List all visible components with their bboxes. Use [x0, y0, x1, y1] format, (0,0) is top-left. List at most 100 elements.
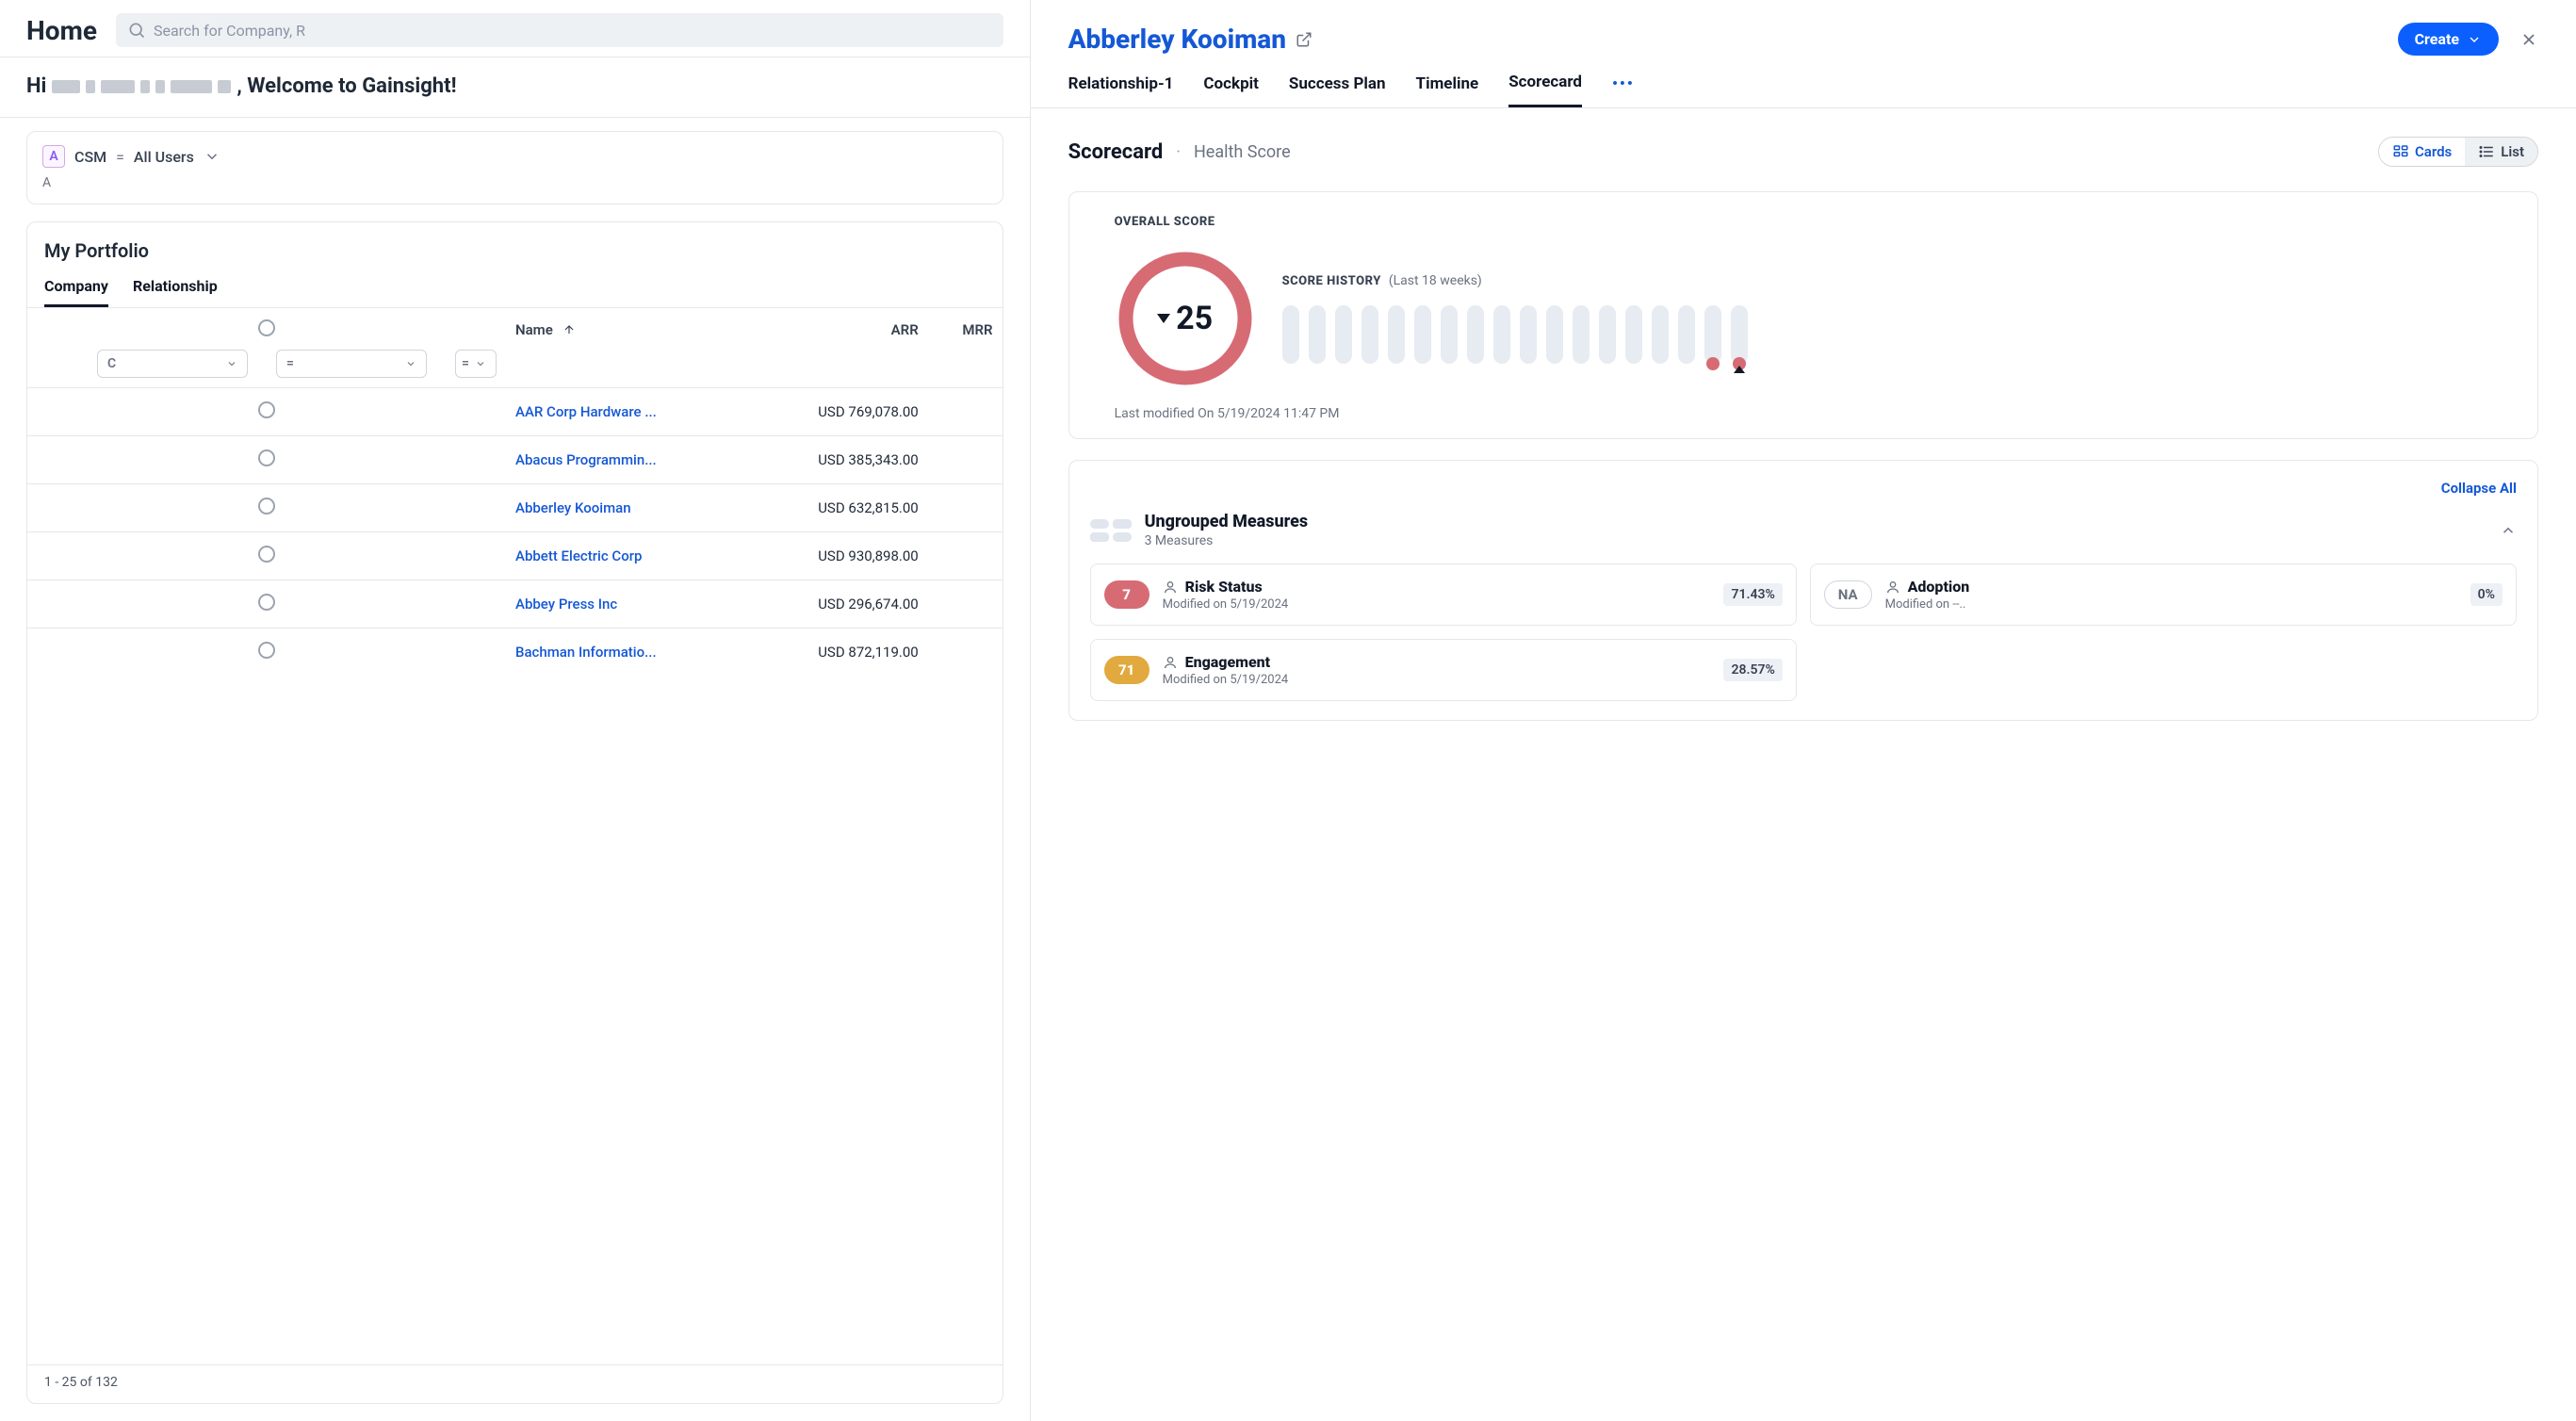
history-bar	[1625, 305, 1642, 364]
history-bar	[1361, 305, 1378, 364]
row-radio[interactable]	[258, 594, 275, 611]
filter-arr-value: =	[286, 356, 294, 371]
measure-name: Risk Status	[1185, 578, 1263, 596]
chevron-up-icon[interactable]	[2500, 522, 2517, 539]
create-button[interactable]: Create	[2398, 23, 2499, 56]
history-bar	[1467, 305, 1484, 364]
table-row[interactable]: AAR Corp Hardware ...USD 769,078.00	[27, 388, 1003, 436]
history-bar	[1731, 305, 1748, 364]
chevron-down-icon	[475, 358, 486, 369]
page-title: Home	[26, 15, 97, 46]
measure-weight: 0%	[2470, 583, 2503, 606]
last-modified-text: Last modified On 5/19/2024 11:47 PM	[1115, 406, 2492, 421]
table-row[interactable]: Abbett Electric CorpUSD 930,898.00	[27, 532, 1003, 580]
measure-card[interactable]: 7Risk StatusModified on 5/19/202471.43%	[1090, 564, 1797, 626]
measure-card[interactable]: NAAdoptionModified on --..0%	[1810, 564, 2517, 626]
table-row[interactable]: Abberley KooimanUSD 632,815.00	[27, 484, 1003, 532]
sort-asc-icon	[562, 323, 576, 336]
row-radio[interactable]	[258, 449, 275, 466]
breadcrumb-secondary[interactable]: Health Score	[1194, 142, 1291, 162]
measure-weight: 28.57%	[1723, 659, 1782, 681]
filter-mrr-input[interactable]: =	[455, 350, 497, 378]
collapse-all-button[interactable]: Collapse All	[1090, 480, 2517, 497]
history-bar	[1652, 305, 1669, 364]
search-placeholder: Search for Company, R	[154, 22, 305, 40]
breadcrumb: Scorecard · Health Score	[1068, 140, 1291, 164]
measure-name: Engagement	[1185, 653, 1271, 671]
close-icon[interactable]	[2519, 30, 2538, 49]
history-bar	[1335, 305, 1352, 364]
open-external-icon[interactable]	[1296, 31, 1312, 48]
right-pane: Abberley Kooiman Create Relationship-1 Co…	[1031, 0, 2576, 1421]
history-bar	[1414, 305, 1431, 364]
panel-tabs: Relationship-1 Cockpit Success Plan Timelin…	[1031, 69, 2576, 108]
welcome-text: Hi , Welcome to Gainsight!	[0, 57, 1030, 117]
company-name-link[interactable]: Abberley Kooiman	[506, 484, 748, 532]
overall-score-gauge: 25	[1115, 248, 1256, 389]
filter-subline: A	[42, 175, 987, 190]
arr-value: USD 930,898.00	[748, 532, 928, 580]
col-name[interactable]: Name	[515, 321, 576, 338]
company-name-link[interactable]: AAR Corp Hardware ...	[506, 388, 748, 436]
history-bar	[1678, 305, 1695, 364]
breadcrumb-primary: Scorecard	[1068, 140, 1164, 164]
table-row[interactable]: Abbey Press IncUSD 296,674.00	[27, 580, 1003, 629]
tab-company[interactable]: Company	[44, 277, 108, 307]
search-icon	[127, 21, 146, 40]
row-radio[interactable]	[258, 401, 275, 418]
global-search[interactable]: Search for Company, R	[116, 13, 1003, 47]
row-radio[interactable]	[258, 498, 275, 514]
tab-success-plan[interactable]: Success Plan	[1289, 74, 1386, 106]
view-toggle: Cards List	[2378, 137, 2538, 167]
row-radio[interactable]	[258, 546, 275, 563]
chevron-down-icon[interactable]	[204, 148, 220, 165]
person-icon	[1163, 580, 1178, 595]
tab-relationship-1[interactable]: Relationship-1	[1068, 74, 1174, 106]
group-subtitle: 3 Measures	[1145, 533, 1309, 548]
create-label: Create	[2415, 30, 2459, 48]
portfolio-card: My Portfolio Company Relationship Name	[26, 221, 1003, 1404]
measure-weight: 71.43%	[1723, 583, 1782, 606]
panel-title[interactable]: Abberley Kooiman	[1068, 24, 1286, 55]
company-name-link[interactable]: Abbey Press Inc	[506, 580, 748, 629]
select-all-radio[interactable]	[258, 319, 275, 336]
history-bar	[1282, 305, 1299, 364]
person-icon	[1885, 580, 1900, 595]
company-name-link[interactable]: Abbett Electric Corp	[506, 532, 748, 580]
measure-score-badge: 7	[1104, 580, 1149, 609]
group-icon	[1090, 519, 1132, 542]
col-arr[interactable]: ARR	[748, 308, 928, 346]
tab-relationship[interactable]: Relationship	[133, 277, 218, 307]
filter-value[interactable]: All Users	[134, 148, 194, 166]
filter-tag[interactable]: A	[42, 145, 65, 168]
tab-cockpit[interactable]: Cockpit	[1203, 74, 1258, 106]
company-name-link[interactable]: Bachman Informatio...	[506, 629, 748, 677]
company-name-link[interactable]: Abacus Programmin...	[506, 436, 748, 484]
overall-score-card: OVERALL SCORE 25 SCORE HISTORY	[1068, 191, 2538, 439]
filter-name-input[interactable]: C	[97, 350, 248, 378]
table-row[interactable]: Abacus Programmin...USD 385,343.00	[27, 436, 1003, 484]
history-bar	[1493, 305, 1510, 364]
view-list-button[interactable]: List	[2465, 138, 2537, 166]
tab-timeline[interactable]: Timeline	[1416, 74, 1479, 106]
filter-role[interactable]: CSM	[74, 148, 106, 166]
table-row[interactable]: Bachman Informatio...USD 872,119.00	[27, 629, 1003, 677]
history-dot	[1706, 357, 1720, 370]
measure-card[interactable]: 71EngagementModified on 5/19/202428.57%	[1090, 639, 1797, 701]
tab-more-icon[interactable]: •••	[1612, 74, 1635, 106]
arr-value: USD 872,119.00	[748, 629, 928, 677]
view-cards-button[interactable]: Cards	[2379, 138, 2465, 166]
row-radio[interactable]	[258, 642, 275, 659]
chevron-down-icon	[2467, 32, 2482, 47]
filter-arr-input[interactable]: =	[276, 350, 427, 378]
history-bar	[1573, 305, 1590, 364]
equals-icon: =	[116, 148, 124, 166]
measures-card: Collapse All Ungrouped Measures 3 Measur…	[1068, 460, 2538, 721]
current-marker-icon	[1734, 366, 1745, 373]
col-mrr[interactable]: MRR	[928, 308, 1003, 346]
measure-score-badge: 71	[1104, 656, 1149, 684]
chevron-down-icon	[405, 358, 416, 369]
group-title: Ungrouped Measures	[1145, 512, 1309, 531]
measure-score-badge: NA	[1824, 580, 1872, 609]
tab-scorecard[interactable]: Scorecard	[1508, 73, 1582, 107]
